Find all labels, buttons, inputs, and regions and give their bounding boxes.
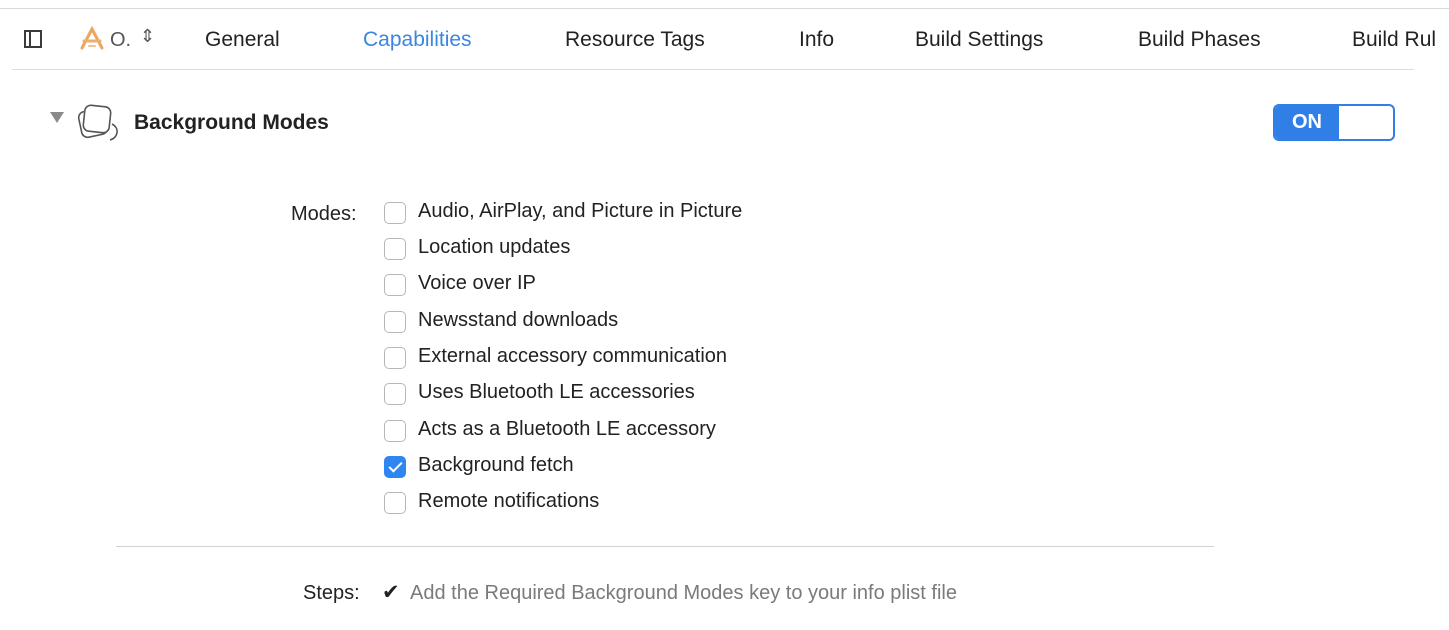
modes-label: Modes:: [291, 203, 357, 225]
sidebar-toggle-icon[interactable]: [24, 30, 42, 48]
steps-label: Steps:: [303, 582, 360, 604]
editor-tab-bar: O. ⇕ General Capabilities Resource Tags …: [0, 14, 1449, 66]
mode-label: Acts as a Bluetooth LE accessory: [418, 418, 716, 440]
capability-toggle[interactable]: ON: [1273, 104, 1395, 141]
capability-title: Background Modes: [134, 111, 329, 134]
tab-build-phases[interactable]: Build Phases: [1138, 28, 1261, 52]
capabilities-page: O. ⇕ General Capabilities Resource Tags …: [0, 0, 1449, 630]
checkbox[interactable]: [384, 456, 406, 478]
tab-bar-divider: [12, 69, 1414, 70]
tab-general[interactable]: General: [205, 28, 280, 52]
mode-label: Remote notifications: [418, 490, 600, 512]
mode-label: External accessory communication: [418, 345, 728, 367]
background-modes-icon: [77, 104, 118, 141]
checkbox[interactable]: [384, 274, 406, 296]
tab-info[interactable]: Info: [799, 28, 834, 52]
disclosure-triangle-icon[interactable]: [50, 112, 64, 123]
target-name[interactable]: O.: [110, 29, 131, 52]
chevron-updown-icon[interactable]: ⇕: [140, 27, 155, 45]
tab-build-rules[interactable]: Build Rul: [1352, 28, 1436, 52]
window-top-border: [0, 8, 1449, 9]
mode-label: Audio, AirPlay, and Picture in Picture: [418, 200, 743, 222]
tab-capabilities[interactable]: Capabilities: [363, 28, 472, 52]
tab-build-settings[interactable]: Build Settings: [915, 28, 1043, 52]
checkbox[interactable]: [384, 202, 406, 224]
checkmark-icon: ✔: [382, 581, 400, 604]
app-target-icon[interactable]: [78, 24, 106, 52]
tab-resource-tags[interactable]: Resource Tags: [565, 28, 705, 52]
mode-label: Voice over IP: [418, 272, 536, 294]
mode-label: Uses Bluetooth LE accessories: [418, 381, 695, 403]
checkbox[interactable]: [384, 238, 406, 260]
checkbox[interactable]: [384, 347, 406, 369]
mode-label: Newsstand downloads: [418, 309, 619, 331]
checkbox[interactable]: [384, 420, 406, 442]
checkbox[interactable]: [384, 311, 406, 333]
mode-label: Location updates: [418, 236, 571, 258]
mode-label: Background fetch: [418, 454, 574, 476]
checkbox[interactable]: [384, 383, 406, 405]
section-divider: [116, 546, 1214, 547]
toggle-on-label: ON: [1275, 106, 1339, 139]
checkbox[interactable]: [384, 492, 406, 514]
step-text: Add the Required Background Modes key to…: [410, 582, 957, 604]
